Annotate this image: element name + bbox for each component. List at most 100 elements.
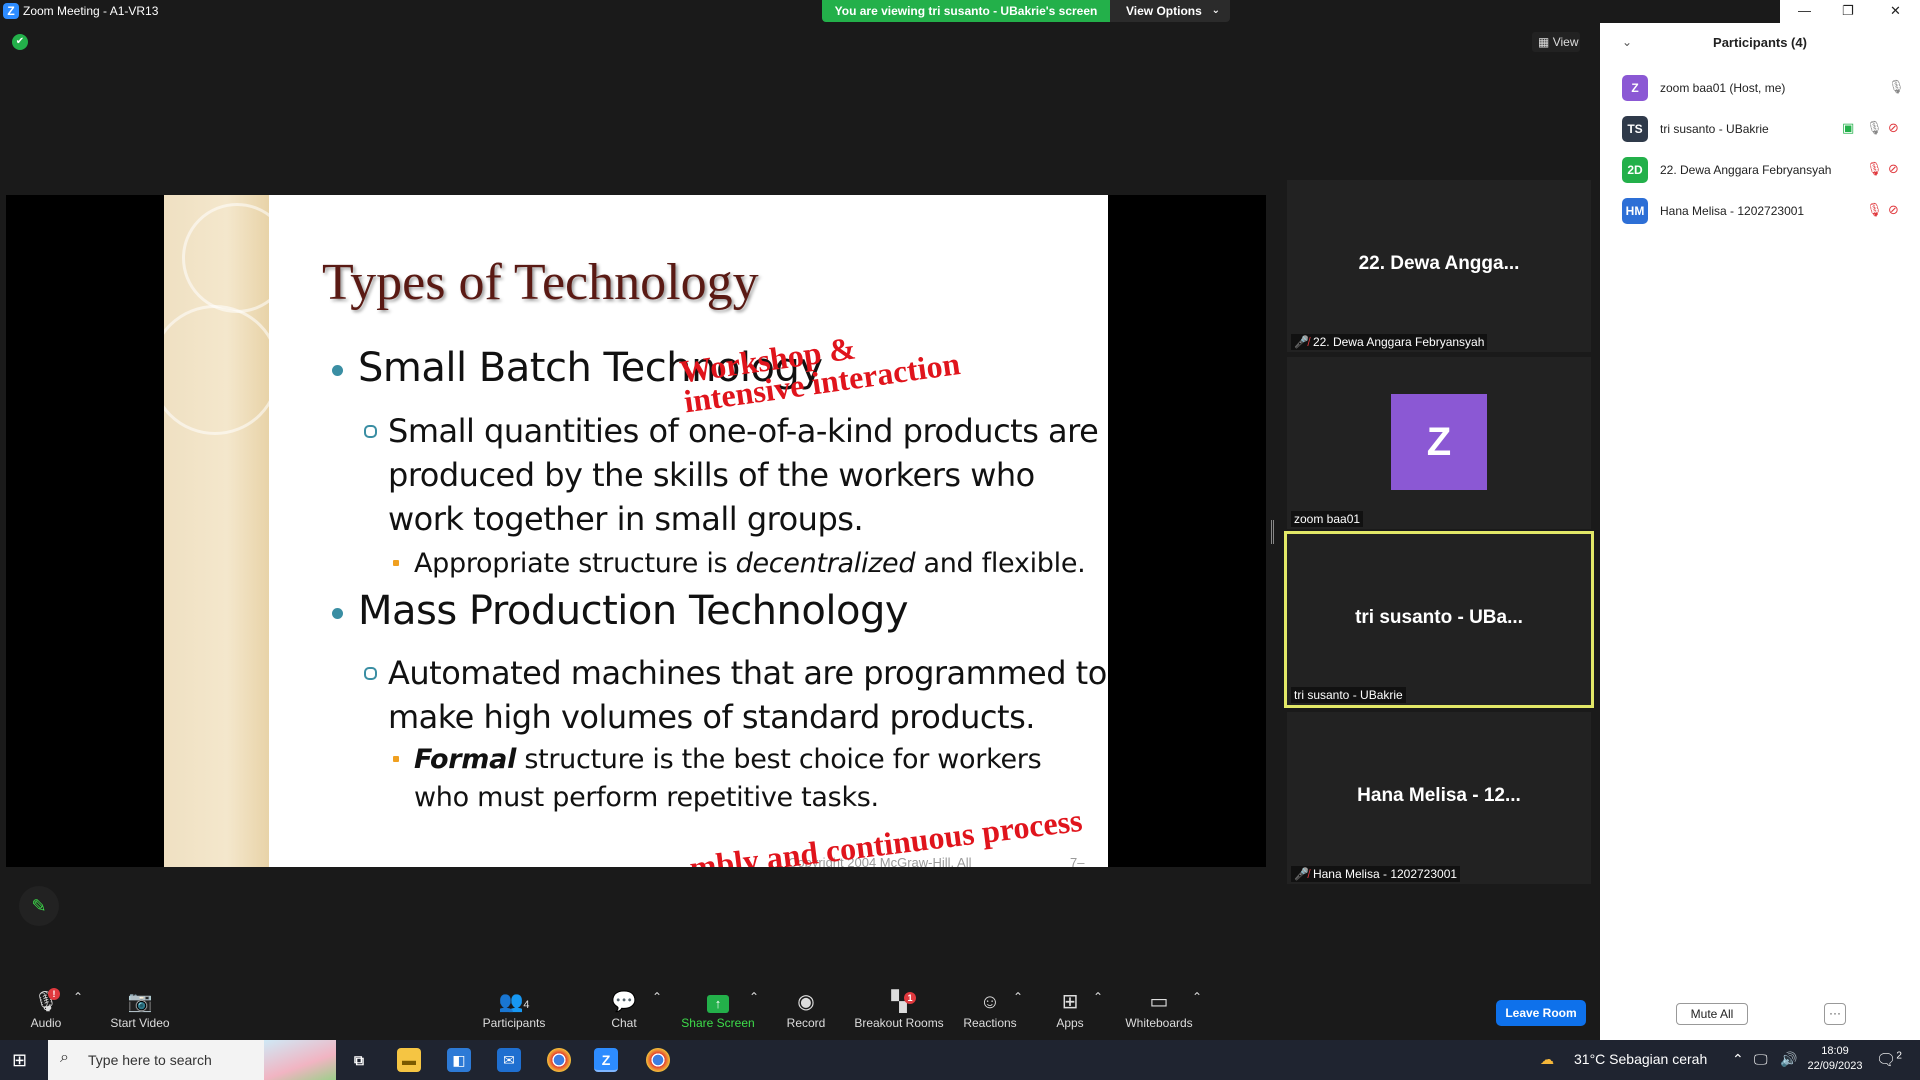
video-tile-zoom-baa01[interactable]: Z zoom baa01 — [1287, 357, 1591, 529]
video-off-icon[interactable]: ⊘ — [1888, 202, 1899, 218]
chrome-icon[interactable] — [547, 1048, 571, 1072]
participant-row[interactable]: 2D 22. Dewa Anggara Febryansyah 🎙 ⊘ — [1622, 155, 1912, 185]
taskbar-search[interactable]: ⌕ Type here to search — [48, 1040, 336, 1080]
reactions-button[interactable]: ☺ Reactions — [960, 990, 1020, 1030]
network-icon[interactable]: 🖵 — [1754, 1051, 1768, 1068]
task-view-icon[interactable]: ⧉ — [347, 1048, 371, 1072]
store-icon[interactable]: ◧ — [447, 1048, 471, 1072]
chat-icon: 💬 — [611, 991, 637, 1013]
breakout-rooms-icon: ▚ — [891, 991, 907, 1013]
text-segment: structure is the best choice for workers — [516, 744, 1042, 775]
whiteboards-options-caret[interactable]: ⌃ — [1192, 990, 1202, 1004]
mic-muted-icon[interactable]: 🎙 — [1866, 161, 1883, 177]
emphasis-text: Formal — [414, 744, 517, 775]
chat-options-caret[interactable]: ⌃ — [652, 990, 662, 1004]
participant-name: zoom baa01 (Host, me) — [1660, 81, 1786, 95]
video-off-icon[interactable]: ⊘ — [1888, 120, 1899, 136]
minimize-icon[interactable]: — — [1798, 3, 1811, 18]
weather-text[interactable]: 31°C Sebagian cerah — [1574, 1051, 1707, 1067]
time: 18:09 — [1821, 1045, 1849, 1057]
participants-icon: 👥4 — [498, 991, 530, 1013]
search-placeholder: Type here to search — [88, 1052, 212, 1068]
date: 22/09/2023 — [1807, 1060, 1863, 1072]
reactions-options-caret[interactable]: ⌃ — [1013, 990, 1023, 1004]
tile-name: tri susanto - UBa... — [1355, 607, 1523, 628]
handwritten-annotation-1: Workshop & intensive interaction — [678, 318, 963, 419]
avatar: TS — [1622, 116, 1648, 142]
screen-share-banner: You are viewing tri susanto - UBakrie's … — [822, 0, 1110, 22]
audio-options-caret[interactable]: ⌃ — [73, 990, 83, 1004]
breakout-rooms-label: Breakout Rooms — [854, 1016, 944, 1030]
video-tile-dewa[interactable]: 22. Dewa Angga... 🎤̸ 22. Dewa Anggara Feb… — [1287, 180, 1591, 352]
chat-button[interactable]: 💬 Chat — [604, 990, 644, 1030]
mic-muted-icon: 🎤̸ — [1294, 867, 1309, 881]
record-button[interactable]: ◉ Record — [784, 990, 828, 1030]
microphone-icon[interactable]: 🎙 — [1888, 79, 1905, 95]
zoom-logo-icon: Z — [3, 3, 19, 19]
decorative-ring — [164, 305, 280, 435]
whiteboard-icon: ▭ — [1149, 991, 1169, 1013]
text-line: who must perform repetitive tasks. — [414, 782, 879, 813]
weather-icon: ☁ — [1540, 1051, 1554, 1067]
participant-name: 22. Dewa Anggara Febryansyah — [1660, 163, 1832, 177]
clock[interactable]: 18:09 22/09/2023 — [1800, 1044, 1870, 1074]
tile-caption: zoom baa01 — [1291, 511, 1364, 527]
whiteboards-button[interactable]: ▭ Whiteboards — [1124, 990, 1194, 1030]
share-options-caret[interactable]: ⌃ — [749, 990, 759, 1004]
avatar: 2D — [1622, 157, 1648, 183]
tile-caption: 🎤̸ Hana Melisa - 1202723001 — [1291, 866, 1461, 882]
video-off-icon[interactable]: ⊘ — [1888, 161, 1899, 177]
bullet-mass-production: Mass Production Technology — [331, 588, 909, 634]
leave-room-button[interactable]: Leave Room — [1496, 1000, 1586, 1026]
sub-sub-bullet-formal: Formal structure is the best choice for … — [392, 741, 1042, 817]
whiteboards-label: Whiteboards — [1125, 1016, 1193, 1030]
avatar: Z — [1622, 75, 1648, 101]
start-video-button[interactable]: 📷 Start Video — [104, 990, 176, 1030]
view-button[interactable]: ▦ View — [1532, 32, 1580, 52]
participant-row[interactable]: Z zoom baa01 (Host, me) 🎙 — [1622, 73, 1912, 103]
sub-bullet-small-batch: Small quantities of one-of-a-kind produc… — [363, 409, 1099, 541]
zoom-taskbar-icon[interactable]: Z — [594, 1048, 618, 1072]
participants-label: Participants — [482, 1016, 546, 1030]
tray-expand-icon[interactable]: ⌃ — [1732, 1051, 1744, 1068]
security-shield-icon[interactable]: ✔ — [12, 34, 28, 50]
title-bar: Z Zoom Meeting - A1-VR13 — [0, 0, 1600, 23]
participants-button[interactable]: 👥4 Participants — [477, 990, 551, 1030]
sharing-screen-icon: ▣ — [1842, 120, 1855, 135]
tile-caption-text: 22. Dewa Anggara Febryansyah — [1312, 335, 1485, 349]
avatar: HM — [1622, 198, 1648, 224]
panel-splitter-handle[interactable] — [1271, 520, 1274, 544]
audio-button[interactable]: 🎙! Audio — [22, 988, 70, 1030]
notifications-icon[interactable]: 🗨2 — [1876, 1050, 1902, 1070]
video-tile-hana[interactable]: Hana Melisa - 12... 🎤̸ Hana Melisa - 1202… — [1287, 712, 1591, 884]
chrome-profile-icon[interactable] — [646, 1048, 670, 1072]
notification-count: 2 — [1896, 1050, 1902, 1062]
annotate-pencil-icon[interactable]: ✎ — [19, 886, 59, 926]
close-icon[interactable]: ✕ — [1890, 3, 1901, 19]
text-line: Automated machines that are programmed t… — [388, 654, 1107, 692]
video-tile-tri-susanto-active[interactable]: tri susanto - UBa... tri susanto - UBakr… — [1284, 531, 1594, 708]
text-line: work together in small groups. — [388, 500, 864, 538]
panel-title: Participants (4) — [1713, 35, 1807, 50]
file-explorer-icon[interactable]: ▬ — [397, 1048, 421, 1072]
view-options-button[interactable]: View Options ⌄ — [1110, 0, 1230, 22]
mail-icon[interactable]: ✉ — [497, 1048, 521, 1072]
participant-row[interactable]: HM Hana Melisa - 1202723001 🎙 ⊘ — [1622, 196, 1912, 226]
avatar: Z — [1391, 394, 1487, 490]
volume-icon[interactable]: 🔊 — [1780, 1051, 1797, 1068]
share-screen-label: Share Screen — [681, 1016, 755, 1030]
view-options-label: View Options — [1126, 4, 1202, 18]
sub-sub-bullet-decentralized: Appropriate structure is decentralized a… — [392, 545, 1086, 583]
restore-icon[interactable]: ❐ — [1842, 3, 1854, 19]
more-options-button[interactable]: ··· — [1824, 1003, 1846, 1025]
apps-button[interactable]: ⊞ Apps — [1052, 990, 1088, 1030]
mic-muted-icon[interactable]: 🎙 — [1866, 202, 1883, 218]
windows-start-icon[interactable]: ⊞ — [12, 1050, 27, 1071]
participant-row[interactable]: TS tri susanto - UBakrie ▣ 🎙 ⊘ — [1622, 114, 1912, 144]
audio-label: Audio — [30, 1016, 62, 1030]
apps-options-caret[interactable]: ⌃ — [1093, 990, 1103, 1004]
mute-all-button[interactable]: Mute All — [1676, 1003, 1748, 1025]
microphone-icon[interactable]: 🎙 — [1866, 120, 1883, 136]
breakout-rooms-button[interactable]: ▚ 1 Breakout Rooms — [854, 990, 944, 1030]
share-screen-button[interactable]: ↑ Share Screen — [680, 990, 756, 1030]
